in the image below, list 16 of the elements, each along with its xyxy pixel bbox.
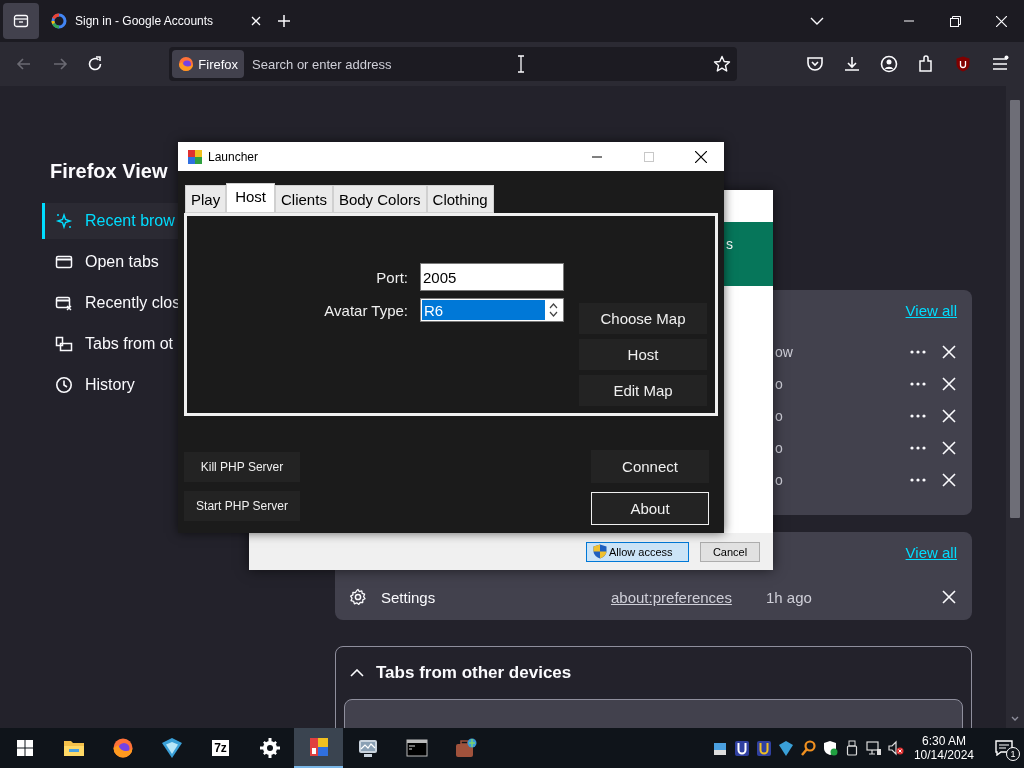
date-text: 10/14/2024 bbox=[913, 748, 974, 762]
field-label: Avatar Type: bbox=[324, 301, 408, 319]
row-text: o bbox=[775, 440, 784, 456]
notification-count: 1 bbox=[1006, 747, 1020, 761]
row-text: ow bbox=[775, 344, 794, 360]
row-text: o bbox=[775, 472, 784, 488]
card-title: Tabs from other devices bbox=[376, 663, 572, 683]
window-title: Launcher bbox=[208, 149, 259, 164]
banner-text: s bbox=[726, 236, 733, 252]
time-text: 1h ago bbox=[766, 588, 813, 606]
time-text: 6:30 AM bbox=[921, 734, 966, 748]
row-text: o bbox=[775, 408, 784, 424]
tab-title: Sign in - Google Accounts bbox=[75, 14, 215, 28]
row-text: o bbox=[775, 376, 784, 392]
field-label: Port: bbox=[375, 268, 408, 286]
sidebar-title: Firefox View bbox=[50, 160, 169, 183]
